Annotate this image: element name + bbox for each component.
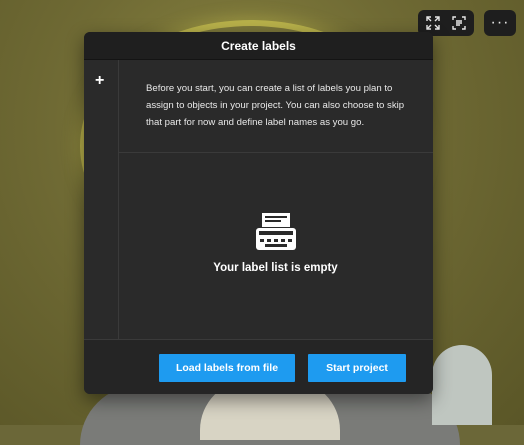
empty-state-text: Your label list is empty xyxy=(213,262,338,274)
label-sidebar: + xyxy=(84,60,119,339)
image-toolbar: ··· xyxy=(418,10,516,36)
scan-icon[interactable] xyxy=(446,12,472,34)
create-labels-dialog: Create labels + Before you start, you ca… xyxy=(84,32,433,394)
plus-icon[interactable]: + xyxy=(95,72,104,90)
start-project-button[interactable]: Start project xyxy=(308,354,406,382)
dialog-description: Before you start, you can create a list … xyxy=(146,83,405,128)
typewriter-icon xyxy=(254,212,298,259)
dialog-title: Create labels xyxy=(84,32,433,60)
divider xyxy=(118,152,433,153)
load-labels-button[interactable]: Load labels from file xyxy=(159,354,295,382)
background-figure-shoulder xyxy=(432,345,492,425)
more-icon[interactable]: ··· xyxy=(484,10,516,36)
expand-icon[interactable] xyxy=(420,12,446,34)
dialog-footer: Load labels from file Start project xyxy=(84,339,433,394)
